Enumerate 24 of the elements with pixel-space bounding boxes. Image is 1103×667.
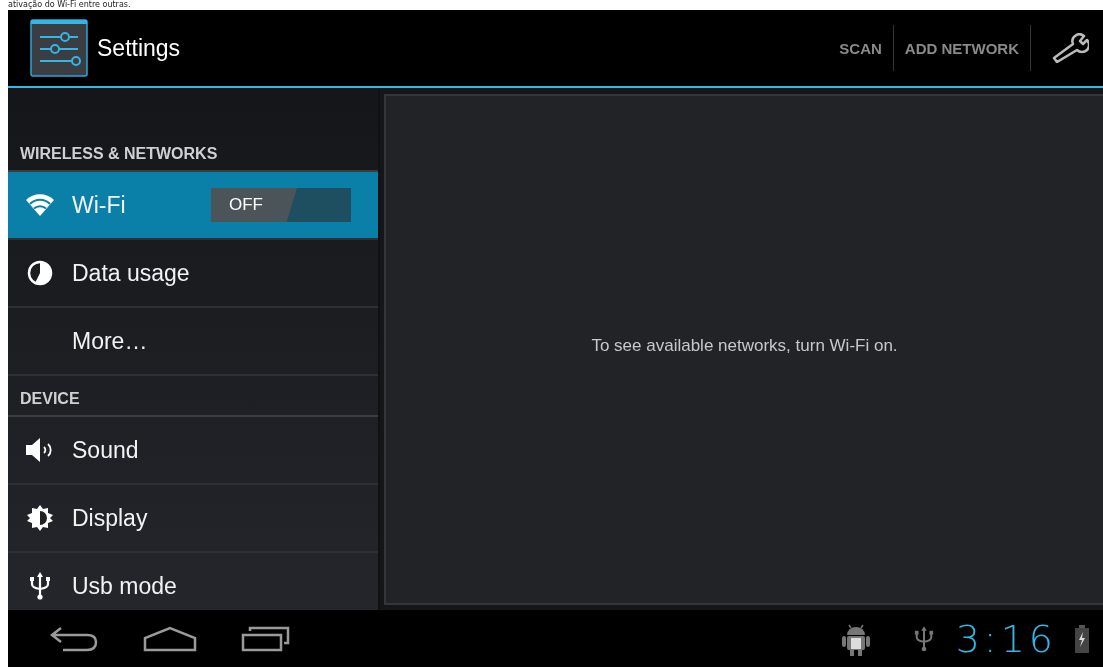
back-icon [49, 625, 99, 652]
app-title: Settings [97, 34, 181, 62]
settings-item[interactable]: Wi-Fi OFF [8, 172, 378, 240]
settings-item[interactable]: More… [8, 308, 378, 376]
action-button[interactable]: SCAN [828, 25, 893, 71]
toggle-switch[interactable]: OFF [211, 188, 351, 222]
pie-chart-icon [27, 260, 53, 286]
brightness-icon [26, 504, 54, 532]
battery-charging-icon [1075, 624, 1089, 653]
action-button[interactable]: ADD NETWORK [893, 25, 1030, 71]
usb-icon [913, 624, 934, 653]
wifi-icon [25, 193, 55, 217]
section-header: DEVICE [8, 388, 378, 417]
home-icon [143, 625, 197, 652]
caption-text: ativação do Wi-Fi entre outras. [7, 0, 132, 10]
sliders-icon [30, 19, 88, 77]
settings-item[interactable]: Display [8, 485, 378, 553]
empty-message: To see available networks, turn Wi-Fi on. [591, 335, 898, 356]
clock: 3:16 [955, 616, 1057, 661]
wrench-icon[interactable] [1051, 33, 1089, 63]
usb-icon [29, 572, 51, 600]
settings-item[interactable]: Data usage [8, 240, 378, 308]
settings-item[interactable]: Sound [8, 417, 378, 485]
recents-icon [241, 625, 291, 652]
